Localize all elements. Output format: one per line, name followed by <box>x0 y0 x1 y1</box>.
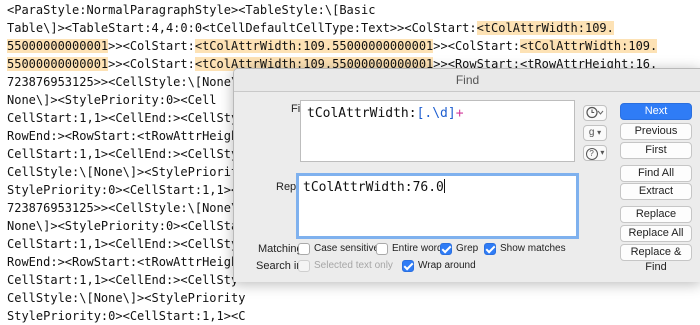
previous-button[interactable]: Previous <box>620 123 692 140</box>
text-caret <box>443 179 445 193</box>
grep-label: Grep <box>456 243 479 254</box>
grep-patterns-button[interactable]: g ▾ <box>583 125 607 141</box>
editor-line[interactable]: None\]><StylePriority:0><CellStart <box>7 217 253 235</box>
find-text-plain: tColAttrWidth: <box>307 106 417 121</box>
editor-text: CellStart:1,1><CellEnd:><CellSty <box>7 147 239 161</box>
find-text-quantifier: + <box>455 106 464 121</box>
clock-icon <box>586 106 604 119</box>
editor-line[interactable]: None\]><StylePriority:0><Cell <box>7 91 217 109</box>
search-match-highlight: 55000000000001 <box>7 57 109 71</box>
replace-button[interactable]: Replace <box>620 206 692 223</box>
editor-line[interactable]: RowEnd:><RowStart:<tRowAttrHeight <box>7 127 245 145</box>
editor-line[interactable]: 723876953125>><CellStyle:\[None\]>< <box>7 199 260 217</box>
help-button[interactable]: ? ▾ <box>583 145 607 161</box>
search-match-highlight: <tColAttrWidth:109.55000000000001 <box>194 39 434 53</box>
selected-text-only-label: Selected text only <box>314 260 393 271</box>
next-button[interactable]: Next <box>620 103 692 120</box>
editor-line[interactable]: Table\]><TableStart:4,4:0:0<tCellDefault… <box>7 19 614 37</box>
editor-line[interactable]: CellStart:1,1><CellEnd:><CellSty <box>7 271 238 289</box>
search-match-highlight: <tColAttrWidth:109. <box>519 39 658 53</box>
editor-text: StylePriority:0><CellStart:1,1><C <box>7 183 246 197</box>
replace-text: tColAttrWidth:76.0 <box>303 180 444 195</box>
editor-text: 723876953125>><CellStyle:\[None\]>< <box>7 201 260 215</box>
editor-text: CellStart:1,1><CellEnd:><CellSty <box>7 111 239 125</box>
help-icon: ? <box>585 148 598 160</box>
editor-text: None\]><StylePriority:0><CellStart <box>7 219 253 233</box>
editor-line[interactable]: StylePriority:0><CellStart:1,1><C <box>7 181 245 199</box>
editor-text: CellStyle:\[None\]><StylePriority <box>7 291 246 305</box>
replace-all-button[interactable]: Replace All <box>620 225 692 242</box>
editor-line[interactable]: CellStyle:\[None\]><StylePriority <box>7 289 245 307</box>
editor-text: CellStart:1,1><CellEnd:><CellSty <box>7 237 239 251</box>
editor-line[interactable]: CellStart:1,1><CellEnd:><CellSty <box>7 109 238 127</box>
replace-and-find-button[interactable]: Replace & Find <box>620 244 692 273</box>
grep-checkbox[interactable] <box>440 243 452 255</box>
editor-text: >><ColStart: <box>433 39 520 53</box>
editor-text: CellStyle:\[None\]><StylePriority <box>7 165 246 179</box>
extract-button[interactable]: Extract <box>620 183 692 200</box>
chevron-down-icon: ▾ <box>597 128 602 137</box>
editor-line[interactable]: CellStart:1,1><CellEnd:><CellSty <box>7 145 238 163</box>
editor-line[interactable]: <ParaStyle:NormalParagraphStyle><TableSt… <box>7 1 375 19</box>
first-button[interactable]: First <box>620 142 692 159</box>
chevron-down-icon: ▾ <box>600 148 605 157</box>
editor-line[interactable]: RowEnd:><RowStart:<tRowAttrHeight <box>7 253 245 271</box>
editor-line[interactable]: CellStart:1,1><CellEnd:><CellSty <box>7 235 238 253</box>
grep-patterns-icon: g <box>588 127 595 138</box>
history-button[interactable] <box>583 105 607 121</box>
wrap-around-checkbox[interactable] <box>402 260 414 272</box>
find-all-button[interactable]: Find All <box>620 165 692 182</box>
dialog-title: Find <box>455 73 480 87</box>
editor-text: Table\]><TableStart:4,4:0:0<tCellDefault… <box>7 21 477 35</box>
replace-field[interactable]: tColAttrWidth:76.0 <box>296 173 579 239</box>
wrap-around-label: Wrap around <box>418 260 476 271</box>
editor-text: RowEnd:><RowStart:<tRowAttrHeight <box>7 129 246 143</box>
find-text-class-close: ] <box>447 106 456 121</box>
entire-word-checkbox[interactable] <box>376 243 388 255</box>
editor-text: <ParaStyle:NormalParagraphStyle><TableSt… <box>7 3 376 17</box>
case-sensitive-checkbox[interactable] <box>298 243 310 255</box>
entire-word-label: Entire word <box>392 243 443 254</box>
editor-text: None\]><StylePriority:0><Cell <box>7 93 217 107</box>
dialog-titlebar[interactable]: Find <box>234 69 700 92</box>
editor-text: CellStart:1,1><CellEnd:><CellSty <box>7 273 239 287</box>
editor-line[interactable]: 55000000000001>><ColStart:<tColAttrWidth… <box>7 37 658 55</box>
show-matches-checkbox[interactable] <box>484 243 496 255</box>
editor-line[interactable]: StylePriority:0><CellStart:1,1><C <box>7 307 245 325</box>
show-matches-label: Show matches <box>500 243 566 254</box>
editor-line[interactable]: CellStyle:\[None\]><StylePriority <box>7 163 245 181</box>
selected-text-only-checkbox <box>298 260 310 272</box>
find-dialog: Find Find: tColAttrWidth:[.\d]+ g ▾ ? ▾ … <box>233 68 700 282</box>
search-match-highlight: 55000000000001 <box>7 39 109 53</box>
find-text-class-body: .\d <box>424 106 448 121</box>
editor-text: StylePriority:0><CellStart:1,1><C <box>7 309 246 323</box>
find-field[interactable]: tColAttrWidth:[.\d]+ <box>300 100 575 162</box>
editor-text: >><ColStart: <box>108 39 195 53</box>
editor-text: >><ColStart: <box>108 57 195 71</box>
editor-text: RowEnd:><RowStart:<tRowAttrHeight <box>7 255 246 269</box>
search-match-highlight: <tColAttrWidth:109. <box>476 21 614 35</box>
case-sensitive-label: Case sensitive <box>314 243 380 254</box>
